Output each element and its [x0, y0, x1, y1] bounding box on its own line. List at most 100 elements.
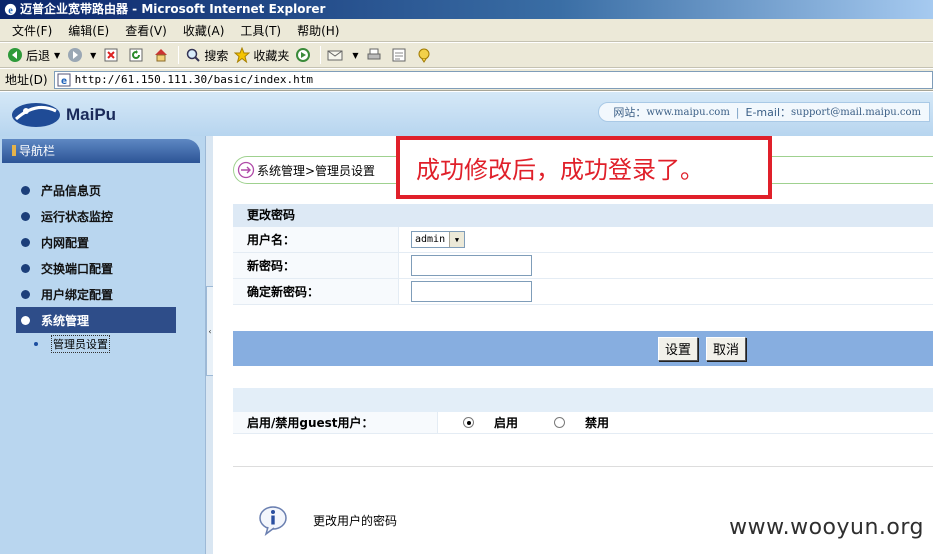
site-label: 网站：: [613, 106, 647, 119]
nav-item-lan-config[interactable]: 内网配置: [16, 229, 176, 255]
media-icon: [296, 48, 311, 62]
nav-header: 导航栏: [2, 139, 200, 163]
nav-item-status-monitor[interactable]: 运行状态监控: [16, 203, 176, 229]
guest-enable-radio[interactable]: [463, 417, 474, 428]
username-cell: admin ▼: [399, 227, 933, 252]
forward-button[interactable]: [64, 44, 89, 66]
refresh-icon: [129, 48, 143, 62]
bullet-icon: [21, 211, 30, 221]
mail-icon: [327, 50, 343, 61]
svg-text:e: e: [61, 76, 67, 87]
set-button[interactable]: 设置: [658, 336, 699, 361]
window-title: 迈普企业宽带路由器 - Microsoft Internet Explorer: [20, 2, 326, 16]
confirm-password-row: 确定新密码：: [233, 279, 933, 305]
username-row: 用户名： admin ▼: [233, 227, 933, 253]
navigation-sidebar: 导航栏 产品信息页 运行状态监控 内网配置 交换端口配置 用户绑定配置 系统管理…: [0, 136, 205, 554]
back-button[interactable]: 后退: [4, 44, 53, 66]
guest-user-row: 启用/禁用guest用户： 启用 禁用: [233, 412, 933, 434]
frame-splitter[interactable]: ‹: [205, 136, 214, 554]
search-icon: [187, 48, 201, 62]
email-link[interactable]: support@mail.maipu.com: [791, 107, 921, 118]
bullet-icon: [21, 185, 30, 195]
nav-item-system-management[interactable]: 系统管理: [16, 307, 176, 333]
menu-favorites[interactable]: 收藏(A): [175, 22, 233, 39]
confirm-password-cell: [399, 279, 933, 304]
logo-text: MaiPu: [66, 105, 117, 124]
menu-tools[interactable]: 工具(T): [232, 22, 289, 39]
nav-header-marker-icon: [12, 145, 16, 156]
stop-icon: [104, 48, 118, 62]
messenger-button[interactable]: [413, 44, 438, 66]
edit-button[interactable]: [388, 44, 413, 66]
ie-icon: e: [4, 3, 17, 16]
bullet-icon: [21, 315, 30, 325]
web-page: MaiPu 网站： www.maipu.com | E-mail： suppor…: [0, 92, 933, 554]
nav-item-switch-port-config[interactable]: 交换端口配置: [16, 255, 176, 281]
mail-dropdown-icon[interactable]: ▼: [352, 51, 358, 60]
confirm-password-input[interactable]: [411, 281, 532, 302]
guest-user-label: 启用/禁用guest用户：: [233, 412, 438, 433]
site-link[interactable]: www.maipu.com: [646, 107, 729, 118]
forward-dropdown-icon[interactable]: ▼: [90, 51, 96, 60]
toolbar-separator: [178, 46, 180, 64]
mail-button[interactable]: [324, 44, 351, 66]
back-label: 后退: [26, 48, 51, 63]
chevron-down-icon[interactable]: ▼: [449, 232, 464, 247]
change-password-form: 更改密码 用户名： admin ▼ 新密码： 确定新密码：: [233, 204, 933, 305]
email-label: E-mail：: [745, 106, 792, 119]
print-button[interactable]: [363, 44, 388, 66]
menu-help[interactable]: 帮助(H): [289, 22, 347, 39]
messenger-icon: [418, 48, 430, 63]
address-url: http://61.150.111.30/basic/index.htm: [74, 73, 314, 86]
home-button[interactable]: [150, 44, 175, 66]
new-password-input[interactable]: [411, 255, 532, 276]
username-select[interactable]: admin ▼: [411, 231, 465, 248]
media-button[interactable]: [292, 44, 317, 66]
help-hint: 更改用户的密码: [257, 504, 397, 536]
search-button[interactable]: 搜索: [182, 44, 231, 66]
contact-separator: |: [735, 105, 740, 119]
form-title: 更改密码: [233, 204, 933, 227]
router-header: MaiPu 网站： www.maipu.com | E-mail： suppor…: [0, 92, 933, 136]
nav-item-label: 交换端口配置: [41, 261, 114, 276]
window-title-bar: e 迈普企业宽带路由器 - Microsoft Internet Explore…: [0, 0, 933, 19]
main-content: 系统管理>管理员设置 成功修改后，成功登录了。 更改密码 用户名： admin …: [213, 136, 933, 554]
address-input[interactable]: e http://61.150.111.30/basic/index.htm: [53, 70, 933, 89]
maipu-logo-icon: [12, 103, 60, 127]
breadcrumb-arrow-icon: [237, 161, 255, 179]
nav-subitem-admin-settings[interactable]: 管理员设置: [16, 333, 176, 355]
menu-edit[interactable]: 编辑(E): [60, 22, 117, 39]
annotation-text: 成功修改后，成功登录了。: [416, 156, 704, 184]
back-dropdown-icon[interactable]: ▼: [54, 51, 60, 60]
help-text: 更改用户的密码: [313, 513, 398, 528]
info-icon: [259, 506, 287, 536]
nav-item-user-binding[interactable]: 用户绑定配置: [16, 281, 176, 307]
nav-header-label: 导航栏: [19, 144, 56, 158]
breadcrumb-text: 系统管理>管理员设置: [257, 163, 376, 178]
guest-disable-radio[interactable]: [554, 417, 566, 428]
button-bar: 设置 取消: [233, 331, 933, 366]
cancel-button[interactable]: 取消: [706, 336, 747, 361]
guest-user-options: 启用 禁用: [438, 412, 933, 433]
forward-arrow-icon: [68, 48, 83, 62]
favorites-button[interactable]: 收藏夹: [231, 44, 292, 66]
guest-section-header: [233, 388, 933, 412]
toolbar-separator: [320, 46, 322, 64]
nav-item-label: 产品信息页: [41, 183, 102, 198]
username-selected: admin: [415, 234, 446, 245]
username-label: 用户名：: [233, 227, 399, 252]
nav-item-product-info[interactable]: 产品信息页: [16, 177, 176, 203]
edit-page-icon: [392, 48, 406, 62]
menu-view[interactable]: 查看(V): [117, 22, 175, 39]
search-label: 搜索: [204, 48, 229, 63]
new-password-cell: [399, 253, 933, 278]
nav-item-label: 系统管理: [41, 313, 90, 328]
guest-disable-label: 禁用: [585, 416, 610, 430]
contact-info: 网站： www.maipu.com | E-mail： support@mail…: [598, 102, 930, 122]
stop-button[interactable]: [100, 44, 125, 66]
refresh-button[interactable]: [125, 44, 150, 66]
confirm-password-label: 确定新密码：: [233, 279, 399, 304]
watermark-text: www.wooyun.org: [729, 515, 924, 540]
menu-file[interactable]: 文件(F): [4, 22, 60, 39]
bullet-icon: [21, 237, 30, 247]
